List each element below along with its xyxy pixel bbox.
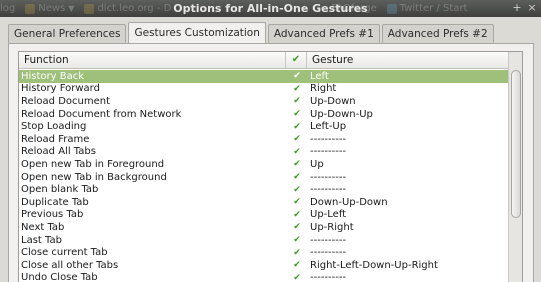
- table-row[interactable]: Undo Close Tab ✔ ----------: [19, 272, 508, 282]
- row-function: Open new Tab in Foreground: [21, 158, 165, 170]
- row-gesture: Up: [310, 158, 324, 170]
- row-gesture: ----------: [310, 272, 347, 282]
- row-function: Reload Document: [21, 95, 111, 107]
- row-function: Next Tab: [21, 221, 65, 233]
- row-function: Open new Tab in Background: [21, 171, 167, 183]
- row-gesture: Up-Right: [310, 221, 354, 233]
- column-header-function[interactable]: Function: [19, 52, 286, 68]
- row-gesture: Right: [310, 83, 337, 95]
- checkmark-icon[interactable]: ✔: [286, 159, 308, 169]
- row-function: Open blank Tab: [21, 184, 99, 196]
- checkmark-icon[interactable]: ✔: [286, 147, 308, 157]
- window-title: Options for All-in-One Gestures: [173, 2, 368, 15]
- row-function: Reload Frame: [21, 133, 90, 145]
- checkmark-icon[interactable]: ✔: [286, 134, 308, 144]
- row-gesture: Left: [310, 70, 329, 82]
- row-function: Undo Close Tab: [21, 272, 98, 282]
- row-gesture: ----------: [310, 146, 347, 158]
- tab-general-preferences[interactable]: General Preferences: [8, 24, 127, 43]
- checkmark-icon[interactable]: ✔: [286, 197, 308, 207]
- table-row[interactable]: Duplicate Tab ✔ Down-Up-Down: [19, 196, 508, 209]
- row-gesture: Up-Down: [310, 95, 356, 107]
- table-row[interactable]: Reload Document from Network ✔ Up-Down-Up: [19, 108, 508, 121]
- table-row[interactable]: Open new Tab in Background ✔ ----------: [19, 171, 508, 184]
- table-row[interactable]: Previous Tab ✔ Up-Left: [19, 209, 508, 222]
- row-function: Close current Tab: [21, 247, 108, 259]
- row-function: Reload All Tabs: [21, 146, 96, 158]
- tab-advanced-prefs-2[interactable]: Advanced Prefs #2: [381, 24, 494, 43]
- table-row[interactable]: Last Tab ✔ ----------: [19, 234, 508, 247]
- checkmark-icon[interactable]: ✔: [286, 260, 308, 270]
- table-row[interactable]: Reload Frame ✔ ----------: [19, 133, 508, 146]
- checkmark-icon[interactable]: ✔: [286, 273, 308, 282]
- list-header: Function ✔ Gesture: [19, 52, 508, 69]
- checkmark-icon[interactable]: ✔: [286, 122, 308, 132]
- row-gesture: ----------: [310, 171, 347, 183]
- minimize-button[interactable]: +: [510, 1, 524, 15]
- column-header-gesture[interactable]: Gesture: [307, 52, 508, 68]
- title-bar[interactable]: log News ▼ dict.leo.org - D FAOforge Twi…: [0, 0, 541, 17]
- tab-strip: General Preferences Gestures Customizati…: [8, 22, 496, 43]
- checkmark-icon[interactable]: ✔: [286, 96, 308, 106]
- table-row[interactable]: Reload All Tabs ✔ ----------: [19, 146, 508, 159]
- checkmark-icon[interactable]: ✔: [286, 71, 308, 81]
- checkmark-icon[interactable]: ✔: [286, 222, 308, 232]
- row-gesture: Right-Left-Down-Up-Right: [310, 259, 438, 271]
- table-row[interactable]: Open blank Tab ✔ ----------: [19, 183, 508, 196]
- table-row[interactable]: Next Tab ✔ Up-Right: [19, 221, 508, 234]
- table-row[interactable]: Close current Tab ✔ ----------: [19, 246, 508, 259]
- scrollbar-thumb[interactable]: [511, 70, 521, 218]
- table-row[interactable]: History Back ✔ Left: [19, 70, 508, 83]
- checkmark-icon[interactable]: ✔: [286, 185, 308, 195]
- checkmark-icon[interactable]: ✔: [286, 235, 308, 245]
- table-row[interactable]: Open new Tab in Foreground ✔ Up: [19, 158, 508, 171]
- tab-gestures-customization[interactable]: Gestures Customization: [128, 22, 266, 43]
- row-function: Reload Document from Network: [21, 108, 182, 120]
- row-function: Stop Loading: [21, 121, 87, 133]
- row-gesture: Left-Up: [310, 121, 347, 133]
- gesture-list[interactable]: Function ✔ Gesture History Back ✔ Left Hist…: [18, 51, 523, 282]
- row-function: Close all other Tabs: [21, 259, 119, 271]
- checkmark-icon[interactable]: ✔: [286, 210, 308, 220]
- gesture-rows: History Back ✔ Left History Forward ✔ Right Re…: [19, 70, 508, 282]
- row-function: Duplicate Tab: [21, 196, 89, 208]
- row-gesture: ----------: [310, 133, 347, 145]
- checkmark-icon[interactable]: ✔: [286, 109, 308, 119]
- checkmark-icon[interactable]: ✔: [286, 52, 307, 68]
- row-gesture: ----------: [310, 247, 347, 259]
- table-row[interactable]: History Forward ✔ Right: [19, 83, 508, 96]
- checkmark-icon[interactable]: ✔: [286, 248, 308, 258]
- table-row[interactable]: Stop Loading ✔ Left-Up: [19, 120, 508, 133]
- table-row[interactable]: Close all other Tabs ✔ Right-Left-Down-Up-…: [19, 259, 508, 272]
- checkmark-icon[interactable]: ✔: [286, 172, 308, 182]
- row-gesture: ----------: [310, 234, 347, 246]
- vertical-scrollbar[interactable]: [508, 52, 522, 282]
- table-row[interactable]: Reload Document ✔ Up-Down: [19, 95, 508, 108]
- row-gesture: Down-Up-Down: [310, 196, 388, 208]
- tab-advanced-prefs-1[interactable]: Advanced Prefs #1: [267, 24, 380, 43]
- row-gesture: Up-Left: [310, 209, 347, 221]
- row-function: Previous Tab: [21, 209, 84, 221]
- checkmark-icon[interactable]: ✔: [286, 84, 308, 94]
- row-gesture: Up-Down-Up: [310, 108, 373, 120]
- row-function: Last Tab: [21, 234, 62, 246]
- close-button[interactable]: ×: [525, 1, 539, 15]
- row-gesture: ----------: [310, 184, 347, 196]
- row-function: History Forward: [21, 83, 100, 95]
- row-function: History Back: [21, 70, 85, 82]
